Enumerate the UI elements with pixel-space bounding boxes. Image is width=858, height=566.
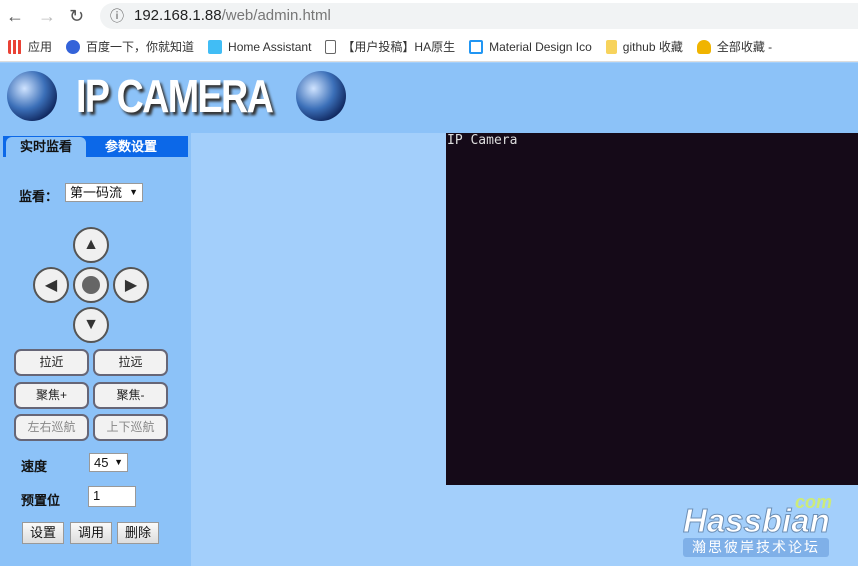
focus-plus-button[interactable]: 聚焦+	[14, 382, 89, 409]
stream-value: 第一码流	[70, 185, 123, 200]
bookmark-label: 全部收藏 -	[716, 40, 773, 54]
bookmark-github[interactable]: github 收藏	[605, 38, 683, 55]
bookmark-label: 百度一下，你就知道	[86, 40, 195, 54]
preset-call-button[interactable]: 调用	[70, 522, 112, 544]
speed-select[interactable]: 45 ▼	[89, 453, 128, 472]
arrow-down-icon: ▼	[83, 316, 99, 333]
browser-toolbar: ← → ↻ ⓘ 192.168.1.88/web/admin.html	[0, 0, 858, 32]
baidu-paw-icon	[66, 39, 81, 54]
bookmark-home-assistant[interactable]: Home Assistant	[208, 39, 312, 54]
tab-bar: 实时监看 参数设置	[3, 136, 188, 157]
focus-minus-button[interactable]: 聚焦-	[93, 382, 168, 409]
stream-select[interactable]: 第一码流 ▼	[65, 183, 143, 202]
stop-dot-icon	[82, 276, 100, 294]
ptz-center-button[interactable]	[73, 267, 109, 303]
ptz-right-button[interactable]: ▶	[113, 267, 149, 303]
apps-grid-icon	[8, 39, 22, 54]
pan-cruise-button[interactable]: 左右巡航	[14, 414, 89, 441]
tab-live-view[interactable]: 实时监看	[6, 137, 86, 157]
url-host: 192.168.1.88	[134, 7, 222, 24]
bookmark-label: Material Design Ico	[489, 39, 592, 54]
preset-input[interactable]: 1	[88, 486, 136, 507]
folder-icon	[605, 39, 617, 54]
speed-label: 速度	[21, 459, 48, 474]
preset-delete-button[interactable]: 删除	[117, 522, 159, 544]
preset-label: 预置位	[21, 493, 61, 508]
home-assistant-icon	[208, 39, 223, 54]
reload-icon[interactable]: ↻	[69, 6, 84, 27]
bookmark-material-design[interactable]: Material Design Ico	[469, 39, 592, 54]
tab-settings[interactable]: 参数设置	[91, 137, 171, 157]
back-icon[interactable]: ←	[6, 6, 24, 27]
logo-title: IP CAMERA	[76, 70, 274, 122]
bookmarks-bar: 应用 百度一下，你就知道 Home Assistant 【用户投稿】HA原生 M…	[0, 32, 858, 62]
video-feed[interactable]	[446, 133, 858, 485]
bookmark-ha-post[interactable]: 【用户投稿】HA原生	[325, 38, 455, 55]
page-header: IP CAMERA	[0, 63, 858, 133]
watermark: Hassbian com 瀚思彼岸技术论坛	[683, 492, 833, 560]
forward-icon[interactable]: →	[38, 6, 56, 27]
bookmark-label: github 收藏	[622, 40, 683, 54]
watermark-tld: com	[795, 492, 833, 512]
material-design-icon	[469, 39, 484, 54]
zoom-in-button[interactable]: 拉近	[14, 349, 89, 376]
bookmark-label: 【用户投稿】HA原生	[342, 40, 456, 54]
url-path: /web/admin.html	[221, 7, 331, 24]
globe-icon	[296, 71, 346, 121]
ptz-left-button[interactable]: ◀	[33, 267, 69, 303]
arrow-up-icon: ▲	[83, 236, 99, 253]
address-bar[interactable]: ⓘ 192.168.1.88/web/admin.html	[100, 3, 858, 29]
bookmark-label: Home Assistant	[228, 39, 312, 54]
trophy-icon	[696, 39, 711, 54]
arrow-left-icon: ◀	[44, 277, 58, 294]
page-icon	[325, 39, 337, 54]
watermark-subtitle: 瀚思彼岸技术论坛	[683, 538, 829, 557]
monitor-label: 监看：	[19, 189, 59, 204]
dropdown-arrow-icon: ▼	[114, 457, 123, 467]
zoom-out-button[interactable]: 拉远	[93, 349, 168, 376]
ptz-down-button[interactable]: ▼	[73, 307, 109, 343]
speed-value: 45	[94, 455, 109, 470]
ptz-up-button[interactable]: ▲	[73, 227, 109, 263]
bookmark-all[interactable]: 全部收藏 -	[696, 38, 773, 55]
bookmark-apps[interactable]: 应用	[8, 38, 52, 55]
dropdown-arrow-icon: ▼	[129, 187, 138, 197]
bookmark-label: 应用	[28, 40, 53, 54]
arrow-right-icon: ▶	[124, 277, 138, 294]
globe-icon	[7, 71, 57, 121]
preset-set-button[interactable]: 设置	[22, 522, 64, 544]
info-icon[interactable]: ⓘ	[110, 3, 124, 29]
video-osd-label: IP Camera	[447, 133, 518, 148]
tilt-cruise-button[interactable]: 上下巡航	[93, 414, 168, 441]
bookmark-baidu[interactable]: 百度一下，你就知道	[66, 38, 194, 55]
